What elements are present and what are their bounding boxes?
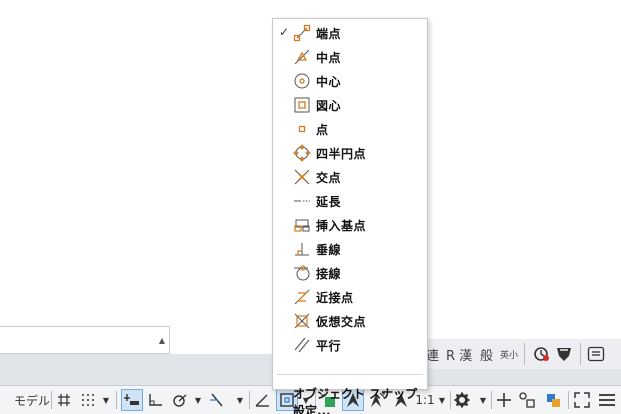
tray-divider	[524, 343, 525, 365]
menu-item-midpoint[interactable]: 中点	[273, 45, 427, 69]
menu-item-label: 図心	[316, 99, 342, 113]
menu-item-intersection[interactable]: 交点	[273, 165, 427, 189]
intersection-snap-icon	[293, 168, 311, 186]
menu-item-extension[interactable]: 延長	[273, 189, 427, 213]
object-snap-tracking-icon[interactable]	[208, 389, 226, 411]
polar-tracking-icon[interactable]	[171, 389, 189, 411]
grid-icon[interactable]	[56, 389, 72, 411]
menu-item-label: 近接点	[316, 291, 354, 305]
menu-item-perpendicular[interactable]: 垂線	[273, 237, 427, 261]
menu-item-label: 仮想交点	[316, 315, 367, 329]
nearest-snap-icon	[293, 288, 311, 306]
tray-item-han[interactable]: 般	[480, 345, 493, 364]
status-divider	[249, 391, 250, 409]
menu-item-nearest[interactable]: 近接点	[273, 285, 427, 309]
quadrant-snap-icon	[293, 144, 311, 162]
command-input[interactable]: ▲	[0, 326, 170, 354]
properties-icon[interactable]	[586, 344, 606, 364]
tray-item-size[interactable]: 英小	[500, 348, 518, 361]
menu-item-quadrant[interactable]: 四半円点	[273, 141, 427, 165]
midpoint-snap-icon	[293, 48, 311, 66]
insertion-snap-icon	[293, 216, 311, 234]
chevron-down-icon[interactable]: ▼	[477, 389, 489, 411]
geometric-center-snap-icon	[293, 96, 311, 114]
menu-item-label: 端点	[316, 27, 342, 41]
extension-snap-icon	[293, 192, 311, 210]
app-window: ▲ 連 R 漢 般 英小 モデル ▼ ▼ ▼ ▼ 1:1 ▼ ▼ ✓ 端点 中点…	[0, 0, 621, 414]
menu-item-geometric-center[interactable]: 図心	[273, 93, 427, 117]
tray-divider	[580, 343, 581, 365]
menu-item-label: 四半円点	[316, 147, 367, 161]
snap-mode-icon[interactable]	[80, 389, 96, 411]
object-snap-menu: ✓ 端点 中点 中心 図心 点 四半円点 交点 延長 挿入基点 垂線 接線 近接…	[272, 18, 428, 414]
menu-item-label: 点	[316, 123, 329, 137]
annotation-monitor-icon[interactable]	[532, 344, 552, 364]
menu-item-label: 延長	[316, 195, 342, 209]
input-tray: 連 R 漢 般 英小	[426, 339, 621, 369]
apparent-intersection-snap-icon	[293, 312, 311, 330]
tray-item-r-kan[interactable]: R 漢	[446, 345, 472, 364]
menu-item-label: 垂線	[316, 243, 342, 257]
menu-item-label: 平行	[316, 339, 342, 353]
chevron-down-icon[interactable]: ▼	[234, 389, 246, 411]
plus-icon[interactable]	[495, 389, 513, 411]
shapes-icon[interactable]	[518, 389, 536, 411]
menu-item-parallel[interactable]: 平行	[273, 333, 427, 357]
fullscreen-icon[interactable]	[573, 389, 591, 411]
status-divider	[568, 391, 569, 409]
dynamic-input-icon[interactable]	[121, 389, 143, 411]
model-tab-label: モデル	[14, 393, 51, 408]
menu-item-insertion[interactable]: 挿入基点	[273, 213, 427, 237]
menu-item-label: 挿入基点	[316, 219, 367, 233]
chevron-down-icon[interactable]: ▼	[436, 389, 448, 411]
status-divider	[116, 391, 117, 409]
menu-divider	[277, 374, 423, 375]
checkmark-icon: ✓	[279, 25, 290, 39]
chevron-down-icon[interactable]: ▼	[100, 389, 112, 411]
model-tab[interactable]: モデル	[14, 389, 50, 411]
shield-icon[interactable]	[554, 345, 574, 363]
menu-item-apparent-intersection[interactable]: 仮想交点	[273, 309, 427, 333]
caret-up-icon[interactable]: ▲	[159, 336, 165, 345]
isometric-drafting-icon[interactable]	[254, 389, 272, 411]
menu-item-node[interactable]: 点	[273, 117, 427, 141]
menu-item-endpoint[interactable]: ✓ 端点	[273, 21, 427, 45]
parallel-snap-icon	[293, 336, 311, 354]
menu-item-center[interactable]: 中心	[273, 69, 427, 93]
osnap-settings-item[interactable]: オブジェクト スナップ設定...	[293, 385, 427, 414]
menu-item-label: 接線	[316, 267, 342, 281]
status-divider	[51, 391, 52, 409]
chevron-down-icon[interactable]: ▼	[192, 389, 204, 411]
tangent-snap-icon	[293, 264, 311, 282]
isolate-objects-icon[interactable]	[544, 389, 564, 411]
menu-item-label: 中点	[316, 51, 342, 65]
menu-icon[interactable]	[597, 389, 617, 411]
menu-item-tangent[interactable]: 接線	[273, 261, 427, 285]
status-divider	[491, 391, 492, 409]
endpoint-snap-icon	[293, 24, 311, 42]
ortho-mode-icon[interactable]	[147, 389, 165, 411]
gear-icon[interactable]	[453, 389, 471, 411]
center-snap-icon	[293, 72, 311, 90]
menu-item-label: 交点	[316, 171, 342, 185]
perpendicular-snap-icon	[293, 240, 311, 258]
menu-item-label: 中心	[316, 75, 342, 89]
node-snap-icon	[293, 120, 311, 138]
status-divider	[450, 391, 451, 409]
